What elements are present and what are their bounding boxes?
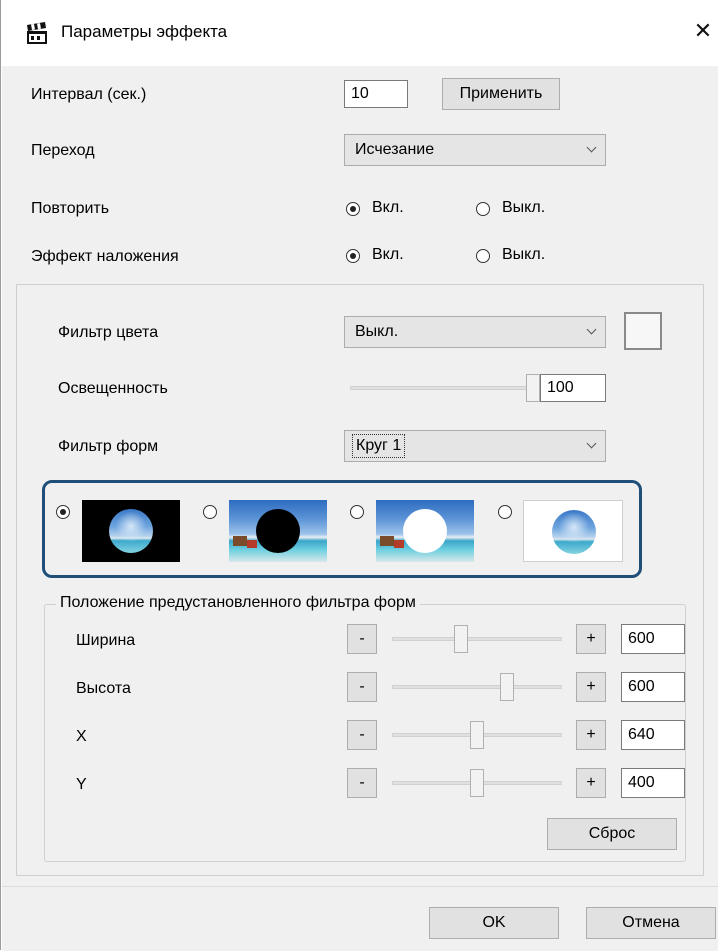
preset-row-0-value-input[interactable]: 600 [621, 624, 685, 654]
overlay-on-radio[interactable] [346, 249, 360, 263]
preset-row-3-slider-thumb[interactable] [470, 769, 484, 797]
color-filter-select[interactable]: Выкл. [344, 316, 606, 348]
preset-row-0-plus-button[interactable]: + [576, 624, 606, 654]
preset-row-1-slider-track[interactable] [392, 685, 562, 689]
interval-label: Интервал (сек.) [31, 86, 147, 103]
color-swatch-button[interactable] [624, 312, 662, 350]
dialog-body: Интервал (сек.) 10 Применить Переход Исч… [2, 66, 718, 886]
overlay-on-label: Вкл. [372, 246, 404, 263]
shape-option-1-radio[interactable] [56, 505, 70, 519]
shape-preview-image-bg-white-circle[interactable] [376, 500, 474, 562]
apply-button[interactable]: Применить [442, 78, 560, 110]
color-filter-label: Фильтр цвета [58, 324, 159, 341]
dialog-footer: OK Отмена [2, 886, 718, 951]
hut-shape [380, 536, 394, 546]
transition-label: Переход [31, 142, 95, 159]
hut-shape [247, 540, 257, 548]
repeat-on-label: Вкл. [372, 199, 404, 216]
preset-row-0-slider-track[interactable] [392, 637, 562, 641]
overlay-label: Эффект наложения [31, 248, 179, 265]
repeat-on-radio[interactable] [346, 202, 360, 216]
hut-shape [394, 540, 404, 548]
overlay-off-label: Выкл. [502, 246, 546, 263]
brightness-input[interactable]: 100 [540, 374, 606, 402]
transition-select[interactable]: Исчезание [344, 134, 606, 166]
preset-row-2-value-input[interactable]: 640 [621, 720, 685, 750]
preset-row-3-plus-button[interactable]: + [576, 768, 606, 798]
preset-row-1-minus-button[interactable]: - [347, 672, 377, 702]
shape-preview-white-bg-image-circle[interactable] [523, 500, 623, 562]
transition-value: Исчезание [355, 141, 435, 158]
shape-option-4-radio[interactable] [498, 505, 512, 519]
image-circle [109, 509, 153, 553]
overlay-off-radio[interactable] [476, 249, 490, 263]
brightness-slider-track[interactable] [350, 386, 540, 390]
repeat-off-radio[interactable] [476, 202, 490, 216]
preset-row-1-slider-thumb[interactable] [500, 673, 514, 701]
chevron-down-icon [586, 324, 597, 335]
white-circle [403, 509, 447, 553]
interval-input[interactable]: 10 [344, 80, 408, 108]
preset-row-2-plus-button[interactable]: + [576, 720, 606, 750]
preset-row-3-value-input[interactable]: 400 [621, 768, 685, 798]
preset-row-2-slider-thumb[interactable] [470, 721, 484, 749]
shape-filter-label: Фильтр форм [58, 438, 159, 455]
preset-row-1-value-input[interactable]: 600 [621, 672, 685, 702]
hut-shape [233, 536, 247, 546]
color-filter-value: Выкл. [355, 323, 399, 340]
preset-row-0-slider-thumb[interactable] [454, 625, 468, 653]
shape-preview-image-bg-black-circle[interactable] [229, 500, 327, 562]
preset-row-label: Y [76, 776, 87, 793]
shape-preview-black-bg-image-circle[interactable] [82, 500, 180, 562]
preset-row-2-minus-button[interactable]: - [347, 720, 377, 750]
close-icon: ✕ [693, 18, 713, 43]
clapperboard-icon [27, 22, 47, 44]
window-title: Параметры эффекта [61, 22, 228, 41]
preset-row-3-minus-button[interactable]: - [347, 768, 377, 798]
shape-option-3-radio[interactable] [350, 505, 364, 519]
preset-row-label: Ширина [76, 632, 136, 649]
preset-row-1-plus-button[interactable]: + [576, 672, 606, 702]
effect-settings-dialog: Параметры эффекта ✕ Интервал (сек.) 10 П… [0, 0, 719, 951]
chevron-down-icon [586, 438, 597, 449]
repeat-label: Повторить [31, 200, 110, 217]
brightness-slider-thumb[interactable] [526, 374, 540, 402]
title-bar: Параметры эффекта ✕ [1, 0, 719, 66]
ok-button[interactable]: OK [429, 907, 559, 939]
repeat-off-label: Выкл. [502, 199, 546, 216]
black-circle [256, 509, 300, 553]
close-button[interactable]: ✕ [689, 16, 717, 46]
chevron-down-icon [586, 142, 597, 153]
reset-button[interactable]: Сброс [547, 818, 677, 850]
brightness-label: Освещенность [58, 380, 168, 397]
shape-filter-value: Круг 1 [351, 434, 406, 458]
preset-row-label: Высота [76, 680, 131, 697]
preset-row-0-minus-button[interactable]: - [347, 624, 377, 654]
preset-row-label: X [76, 728, 87, 745]
shape-filter-select[interactable]: Круг 1 [344, 430, 606, 462]
cancel-button[interactable]: Отмена [586, 907, 716, 939]
preset-position-title: Положение предустановленного фильтра фор… [56, 594, 420, 612]
shape-option-2-radio[interactable] [203, 505, 217, 519]
image-circle [552, 510, 596, 554]
